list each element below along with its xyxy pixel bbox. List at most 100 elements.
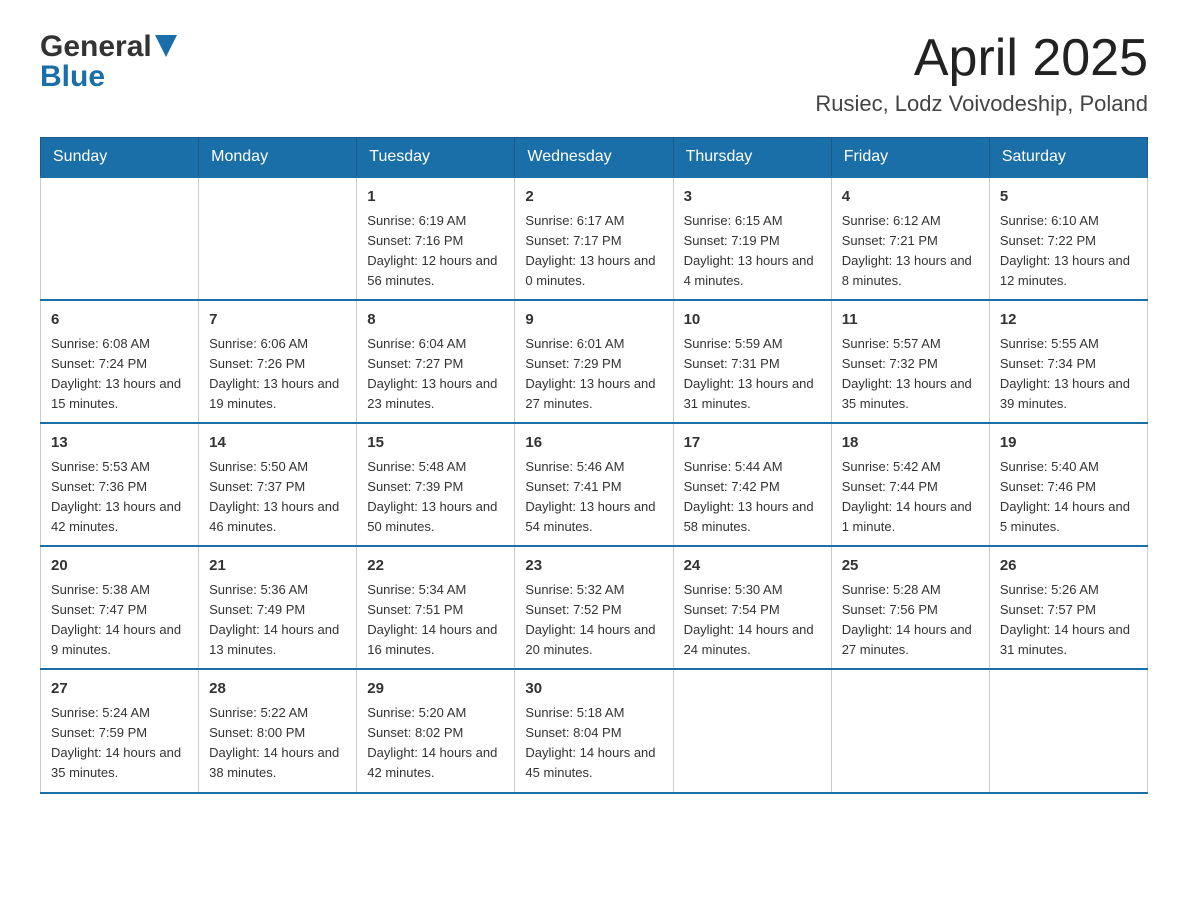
day-cell: 16Sunrise: 5:46 AMSunset: 7:41 PMDayligh…	[515, 423, 673, 546]
day-number: 2	[525, 186, 662, 209]
day-number: 4	[842, 186, 979, 209]
day-info: Sunrise: 5:42 AMSunset: 7:44 PMDaylight:…	[842, 457, 979, 538]
day-cell: 5Sunrise: 6:10 AMSunset: 7:22 PMDaylight…	[989, 177, 1147, 300]
day-cell: 1Sunrise: 6:19 AMSunset: 7:16 PMDaylight…	[357, 177, 515, 300]
day-number: 21	[209, 555, 346, 578]
day-cell: 14Sunrise: 5:50 AMSunset: 7:37 PMDayligh…	[199, 423, 357, 546]
day-cell: 2Sunrise: 6:17 AMSunset: 7:17 PMDaylight…	[515, 177, 673, 300]
day-number: 6	[51, 309, 188, 332]
day-cell	[831, 669, 989, 792]
day-cell: 23Sunrise: 5:32 AMSunset: 7:52 PMDayligh…	[515, 546, 673, 669]
weekday-header-monday: Monday	[199, 138, 357, 178]
day-number: 29	[367, 678, 504, 701]
day-number: 8	[367, 309, 504, 332]
weekday-header-row: SundayMondayTuesdayWednesdayThursdayFrid…	[41, 138, 1148, 178]
day-cell: 19Sunrise: 5:40 AMSunset: 7:46 PMDayligh…	[989, 423, 1147, 546]
day-cell: 4Sunrise: 6:12 AMSunset: 7:21 PMDaylight…	[831, 177, 989, 300]
day-cell: 29Sunrise: 5:20 AMSunset: 8:02 PMDayligh…	[357, 669, 515, 792]
logo-area: General Blue	[40, 30, 177, 94]
day-info: Sunrise: 6:12 AMSunset: 7:21 PMDaylight:…	[842, 211, 979, 292]
day-cell: 15Sunrise: 5:48 AMSunset: 7:39 PMDayligh…	[357, 423, 515, 546]
day-number: 13	[51, 432, 188, 455]
day-number: 25	[842, 555, 979, 578]
day-info: Sunrise: 5:32 AMSunset: 7:52 PMDaylight:…	[525, 580, 662, 661]
day-info: Sunrise: 6:04 AMSunset: 7:27 PMDaylight:…	[367, 334, 504, 415]
day-info: Sunrise: 5:59 AMSunset: 7:31 PMDaylight:…	[684, 334, 821, 415]
day-cell: 7Sunrise: 6:06 AMSunset: 7:26 PMDaylight…	[199, 300, 357, 423]
day-info: Sunrise: 5:26 AMSunset: 7:57 PMDaylight:…	[1000, 580, 1137, 661]
day-info: Sunrise: 5:22 AMSunset: 8:00 PMDaylight:…	[209, 703, 346, 784]
day-cell	[673, 669, 831, 792]
day-number: 9	[525, 309, 662, 332]
week-row-1: 1Sunrise: 6:19 AMSunset: 7:16 PMDaylight…	[41, 177, 1148, 300]
day-cell	[199, 177, 357, 300]
day-cell: 10Sunrise: 5:59 AMSunset: 7:31 PMDayligh…	[673, 300, 831, 423]
week-row-4: 20Sunrise: 5:38 AMSunset: 7:47 PMDayligh…	[41, 546, 1148, 669]
day-number: 5	[1000, 186, 1137, 209]
day-info: Sunrise: 5:50 AMSunset: 7:37 PMDaylight:…	[209, 457, 346, 538]
day-number: 14	[209, 432, 346, 455]
day-cell: 20Sunrise: 5:38 AMSunset: 7:47 PMDayligh…	[41, 546, 199, 669]
day-info: Sunrise: 5:57 AMSunset: 7:32 PMDaylight:…	[842, 334, 979, 415]
day-number: 15	[367, 432, 504, 455]
title-area: April 2025 Rusiec, Lodz Voivodeship, Pol…	[815, 30, 1148, 117]
day-number: 27	[51, 678, 188, 701]
day-cell: 27Sunrise: 5:24 AMSunset: 7:59 PMDayligh…	[41, 669, 199, 792]
month-title: April 2025	[815, 30, 1148, 87]
day-number: 28	[209, 678, 346, 701]
page-header: General Blue April 2025 Rusiec, Lodz Voi…	[40, 30, 1148, 117]
day-info: Sunrise: 5:46 AMSunset: 7:41 PMDaylight:…	[525, 457, 662, 538]
day-number: 12	[1000, 309, 1137, 332]
day-info: Sunrise: 6:06 AMSunset: 7:26 PMDaylight:…	[209, 334, 346, 415]
week-row-3: 13Sunrise: 5:53 AMSunset: 7:36 PMDayligh…	[41, 423, 1148, 546]
day-info: Sunrise: 6:17 AMSunset: 7:17 PMDaylight:…	[525, 211, 662, 292]
day-number: 23	[525, 555, 662, 578]
day-info: Sunrise: 5:38 AMSunset: 7:47 PMDaylight:…	[51, 580, 188, 661]
day-info: Sunrise: 6:15 AMSunset: 7:19 PMDaylight:…	[684, 211, 821, 292]
day-number: 30	[525, 678, 662, 701]
day-info: Sunrise: 5:53 AMSunset: 7:36 PMDaylight:…	[51, 457, 188, 538]
weekday-header-sunday: Sunday	[41, 138, 199, 178]
day-number: 20	[51, 555, 188, 578]
calendar-table: SundayMondayTuesdayWednesdayThursdayFrid…	[40, 137, 1148, 793]
day-cell: 6Sunrise: 6:08 AMSunset: 7:24 PMDaylight…	[41, 300, 199, 423]
day-cell: 17Sunrise: 5:44 AMSunset: 7:42 PMDayligh…	[673, 423, 831, 546]
day-info: Sunrise: 5:34 AMSunset: 7:51 PMDaylight:…	[367, 580, 504, 661]
day-info: Sunrise: 5:28 AMSunset: 7:56 PMDaylight:…	[842, 580, 979, 661]
day-number: 19	[1000, 432, 1137, 455]
day-cell: 22Sunrise: 5:34 AMSunset: 7:51 PMDayligh…	[357, 546, 515, 669]
day-info: Sunrise: 5:30 AMSunset: 7:54 PMDaylight:…	[684, 580, 821, 661]
day-cell: 9Sunrise: 6:01 AMSunset: 7:29 PMDaylight…	[515, 300, 673, 423]
weekday-header-tuesday: Tuesday	[357, 138, 515, 178]
logo-triangle-icon	[155, 35, 177, 57]
day-number: 10	[684, 309, 821, 332]
weekday-header-saturday: Saturday	[989, 138, 1147, 178]
day-number: 22	[367, 555, 504, 578]
day-info: Sunrise: 6:01 AMSunset: 7:29 PMDaylight:…	[525, 334, 662, 415]
day-cell: 30Sunrise: 5:18 AMSunset: 8:04 PMDayligh…	[515, 669, 673, 792]
day-cell: 26Sunrise: 5:26 AMSunset: 7:57 PMDayligh…	[989, 546, 1147, 669]
logo: General Blue	[40, 30, 177, 94]
day-info: Sunrise: 6:08 AMSunset: 7:24 PMDaylight:…	[51, 334, 188, 415]
logo-blue-text: Blue	[40, 60, 105, 93]
day-cell: 13Sunrise: 5:53 AMSunset: 7:36 PMDayligh…	[41, 423, 199, 546]
day-cell: 8Sunrise: 6:04 AMSunset: 7:27 PMDaylight…	[357, 300, 515, 423]
day-cell: 24Sunrise: 5:30 AMSunset: 7:54 PMDayligh…	[673, 546, 831, 669]
day-cell: 25Sunrise: 5:28 AMSunset: 7:56 PMDayligh…	[831, 546, 989, 669]
location-title: Rusiec, Lodz Voivodeship, Poland	[815, 91, 1148, 117]
day-number: 11	[842, 309, 979, 332]
logo-general-text: General	[40, 30, 152, 64]
day-number: 18	[842, 432, 979, 455]
day-number: 26	[1000, 555, 1137, 578]
day-info: Sunrise: 6:19 AMSunset: 7:16 PMDaylight:…	[367, 211, 504, 292]
day-number: 24	[684, 555, 821, 578]
day-info: Sunrise: 5:18 AMSunset: 8:04 PMDaylight:…	[525, 703, 662, 784]
day-info: Sunrise: 5:55 AMSunset: 7:34 PMDaylight:…	[1000, 334, 1137, 415]
day-cell	[989, 669, 1147, 792]
day-cell	[41, 177, 199, 300]
day-info: Sunrise: 5:24 AMSunset: 7:59 PMDaylight:…	[51, 703, 188, 784]
day-info: Sunrise: 5:36 AMSunset: 7:49 PMDaylight:…	[209, 580, 346, 661]
day-info: Sunrise: 5:44 AMSunset: 7:42 PMDaylight:…	[684, 457, 821, 538]
week-row-2: 6Sunrise: 6:08 AMSunset: 7:24 PMDaylight…	[41, 300, 1148, 423]
day-cell: 12Sunrise: 5:55 AMSunset: 7:34 PMDayligh…	[989, 300, 1147, 423]
